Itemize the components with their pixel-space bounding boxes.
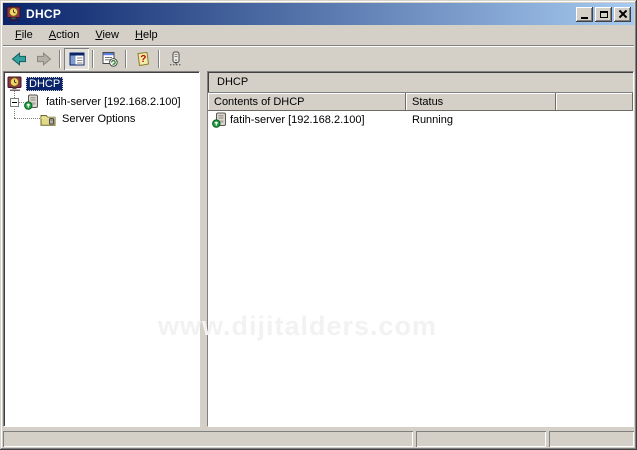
svg-text:?: ? bbox=[140, 54, 146, 65]
dhcp-console-icon bbox=[7, 76, 23, 92]
banner-title: DHCP bbox=[217, 76, 248, 88]
menu-view[interactable]: View bbox=[87, 27, 127, 44]
forward-arrow-icon bbox=[36, 51, 52, 67]
console-tree-pane: DHCP fatih-server [192.1 bbox=[3, 71, 200, 427]
list-view: Contents of DHCP Status bbox=[208, 92, 633, 426]
tree-label-server-options[interactable]: Server Options bbox=[59, 112, 138, 126]
menu-help[interactable]: Help bbox=[127, 27, 166, 44]
menu-action[interactable]: Action bbox=[41, 27, 88, 44]
back-button[interactable] bbox=[6, 48, 31, 70]
toolbar-separator bbox=[125, 50, 127, 68]
tree-item-server-options[interactable]: Server Options bbox=[40, 110, 138, 127]
list-item-status: Running bbox=[406, 114, 556, 126]
show-hide-console-tree-button[interactable] bbox=[64, 48, 89, 70]
tree-connector bbox=[14, 109, 15, 118]
title-bar: DHCP bbox=[3, 3, 634, 25]
server-tower-icon bbox=[168, 51, 184, 67]
maximize-icon bbox=[600, 11, 608, 18]
toolbar: ? bbox=[3, 47, 634, 71]
minimize-button[interactable] bbox=[576, 7, 593, 22]
status-panel-2 bbox=[416, 431, 546, 447]
toolbar-separator bbox=[158, 50, 160, 68]
pane-splitter[interactable] bbox=[200, 71, 207, 427]
forward-button[interactable] bbox=[31, 48, 56, 70]
column-headers: Contents of DHCP Status bbox=[208, 93, 633, 111]
dhcp-server-icon bbox=[24, 94, 40, 110]
status-panel-3 bbox=[549, 431, 634, 447]
tree-connector bbox=[14, 91, 15, 98]
minus-icon bbox=[12, 102, 17, 103]
collapse-toggle[interactable] bbox=[10, 98, 19, 107]
close-button[interactable] bbox=[614, 7, 631, 22]
export-list-icon bbox=[102, 51, 118, 67]
toolbar-separator bbox=[59, 50, 61, 68]
column-header-status[interactable]: Status bbox=[406, 93, 556, 111]
help-button[interactable]: ? bbox=[130, 48, 155, 70]
menu-bar: File Action View Help bbox=[3, 26, 634, 46]
tree-label-server[interactable]: fatih-server [192.168.2.100] bbox=[43, 95, 184, 109]
column-header-empty[interactable] bbox=[556, 93, 633, 111]
minimize-icon bbox=[581, 17, 588, 19]
tree-label-dhcp[interactable]: DHCP bbox=[26, 77, 63, 91]
folder-options-icon bbox=[40, 111, 56, 127]
export-list-button[interactable] bbox=[97, 48, 122, 70]
column-header-contents[interactable]: Contents of DHCP bbox=[208, 93, 406, 111]
dhcp-console-icon bbox=[6, 6, 22, 22]
result-pane: DHCP Contents of DHCP Status bbox=[207, 71, 634, 427]
result-pane-banner: DHCP bbox=[208, 72, 633, 92]
toolbar-separator bbox=[92, 50, 94, 68]
dhcp-server-icon bbox=[212, 112, 228, 128]
close-icon bbox=[619, 10, 627, 18]
server-button[interactable] bbox=[163, 48, 188, 70]
list-item-name: fatih-server [192.168.2.100] bbox=[230, 114, 365, 126]
tree-connector bbox=[14, 118, 40, 119]
status-panel-1 bbox=[3, 431, 413, 447]
back-arrow-icon bbox=[11, 51, 27, 67]
dhcp-console-window: DHCP File Action View Help bbox=[0, 0, 637, 450]
tree-item-dhcp-root[interactable]: DHCP bbox=[7, 75, 63, 92]
menu-file[interactable]: File bbox=[7, 27, 41, 44]
console-tree-icon bbox=[69, 51, 85, 67]
help-book-icon: ? bbox=[135, 51, 151, 67]
list-item-server[interactable]: fatih-server [192.168.2.100] Running bbox=[208, 111, 633, 128]
tree: DHCP fatih-server [192.1 bbox=[4, 72, 199, 426]
window-title: DHCP bbox=[26, 7, 61, 21]
main-area: DHCP fatih-server [192.1 bbox=[3, 71, 634, 427]
status-bar bbox=[3, 428, 634, 447]
tree-item-server[interactable]: fatih-server [192.168.2.100] bbox=[24, 93, 184, 110]
maximize-button[interactable] bbox=[595, 7, 612, 22]
